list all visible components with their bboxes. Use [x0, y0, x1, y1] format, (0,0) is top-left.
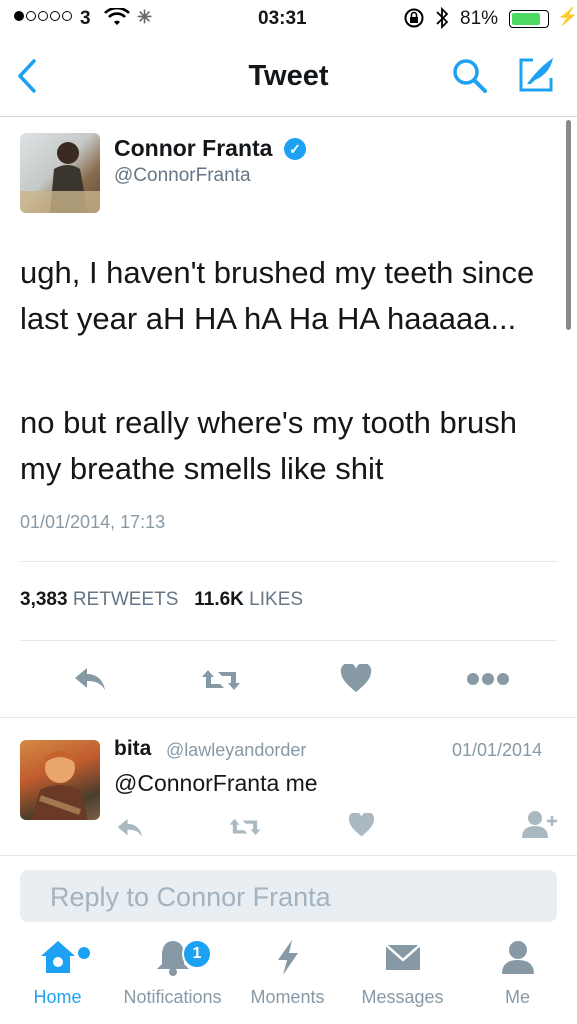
- reply-avatar[interactable]: [20, 740, 100, 820]
- profile-person-icon: [501, 941, 534, 974]
- retweets-count[interactable]: 3,383: [20, 589, 68, 610]
- moments-lightning-icon: [277, 940, 298, 975]
- signal-dots-icon: [14, 11, 72, 21]
- divider: [20, 561, 557, 562]
- tab-label: Messages: [361, 987, 444, 1007]
- navigation-bar: Tweet: [0, 40, 577, 117]
- tab-label: Home: [33, 987, 82, 1007]
- carrier-label: 3: [80, 8, 91, 29]
- tweet-text-continued: no but really where's my tooth brush my …: [20, 405, 517, 486]
- follow-icon[interactable]: [522, 810, 558, 843]
- battery-percentage: 81%: [460, 8, 499, 29]
- author-handle[interactable]: @ConnorFranta: [114, 165, 251, 187]
- battery-icon: [509, 10, 549, 28]
- more-dots-icon[interactable]: [466, 672, 510, 691]
- reply-author-handle[interactable]: @lawleyandorder: [166, 740, 306, 761]
- retweets-label[interactable]: RETWEETS: [73, 589, 179, 610]
- compose-icon[interactable]: [515, 54, 557, 101]
- reply-text: @ConnorFranta me: [114, 770, 318, 796]
- tweet-text: ugh, I haven't brushed my teeth since la…: [20, 255, 535, 336]
- like-heart-icon[interactable]: [348, 812, 375, 843]
- tab-messages[interactable]: Messages: [345, 938, 460, 1008]
- reply-icon[interactable]: [116, 817, 144, 844]
- divider: [0, 717, 577, 718]
- status-bar: 3 ✳ 03:31 81% ⚡: [0, 0, 577, 40]
- tab-label: Me: [504, 987, 530, 1007]
- avatar[interactable]: [20, 133, 100, 213]
- retweet-icon[interactable]: [228, 815, 262, 844]
- scrollbar[interactable]: [566, 120, 571, 330]
- tab-notifications[interactable]: Notifications: [115, 938, 230, 1008]
- charging-bolt-icon: ⚡: [557, 7, 577, 26]
- page-title: Tweet: [248, 60, 329, 92]
- tab-bar: Home Notifications Moments Messages Me: [0, 930, 577, 1024]
- tab-me[interactable]: Me: [460, 938, 575, 1008]
- reply-input-placeholder[interactable]: Reply to Connor Franta: [50, 882, 331, 913]
- like-heart-icon[interactable]: [340, 662, 372, 699]
- reply-timestamp: 01/01/2014: [452, 740, 543, 760]
- tab-home[interactable]: Home: [0, 938, 115, 1008]
- retweet-icon[interactable]: [200, 666, 242, 699]
- reply-author-name[interactable]: bita: [114, 737, 151, 761]
- tab-moments[interactable]: Moments: [230, 938, 345, 1008]
- divider: [0, 855, 577, 856]
- author-name[interactable]: Connor Franta: [114, 135, 272, 162]
- messages-envelope-icon: [384, 944, 421, 970]
- divider: [20, 640, 557, 641]
- home-unread-dot: [78, 947, 90, 959]
- wifi-icon: [104, 6, 130, 34]
- clock-time: 03:31: [258, 8, 307, 29]
- notifications-badge: 1: [182, 939, 212, 969]
- reply-icon[interactable]: [73, 666, 107, 697]
- likes-count[interactable]: 11.6K: [194, 589, 244, 610]
- tweet-timestamp: 01/01/2014, 17:13: [20, 512, 166, 532]
- tweet-stats: 3,383 RETWEETS 11.6K LIKES: [20, 589, 303, 611]
- orientation-lock-icon: [403, 7, 425, 35]
- home-icon: [40, 941, 75, 973]
- tab-label: Notifications: [123, 987, 222, 1007]
- tab-label: Moments: [250, 987, 325, 1007]
- bluetooth-icon: [434, 6, 450, 36]
- verified-badge-icon: ✓: [284, 138, 306, 160]
- reply-input[interactable]: Reply to Connor Franta: [20, 870, 557, 922]
- likes-label[interactable]: LIKES: [249, 589, 303, 610]
- activity-spinner-icon: ✳: [137, 7, 153, 27]
- search-icon[interactable]: [450, 56, 490, 101]
